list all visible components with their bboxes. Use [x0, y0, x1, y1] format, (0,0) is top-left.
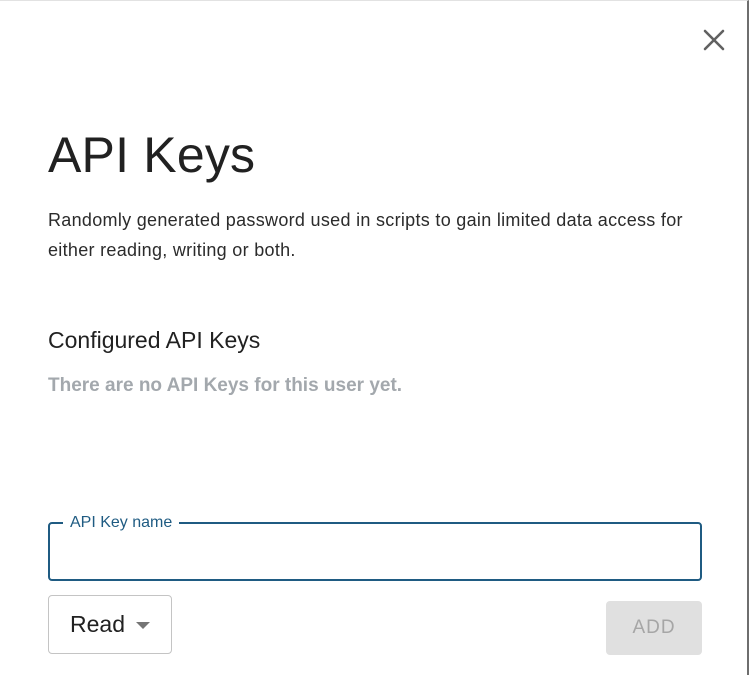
close-icon: [703, 29, 725, 51]
close-button[interactable]: [698, 24, 730, 56]
chevron-down-icon: [136, 622, 150, 629]
api-keys-dialog: API Keys Randomly generated password use…: [0, 0, 749, 675]
dialog-description: Randomly generated password used in scri…: [48, 210, 683, 260]
access-level-select[interactable]: Read: [48, 595, 172, 654]
empty-keys-message: There are no API Keys for this user yet.: [48, 375, 403, 396]
api-key-name-field: API Key name: [48, 513, 702, 581]
access-level-value: Read: [70, 611, 125, 637]
add-button[interactable]: ADD: [606, 601, 702, 655]
api-key-name-input[interactable]: [50, 524, 700, 579]
page-title: API Keys: [48, 127, 256, 183]
configured-keys-heading: Configured API Keys: [48, 327, 261, 353]
